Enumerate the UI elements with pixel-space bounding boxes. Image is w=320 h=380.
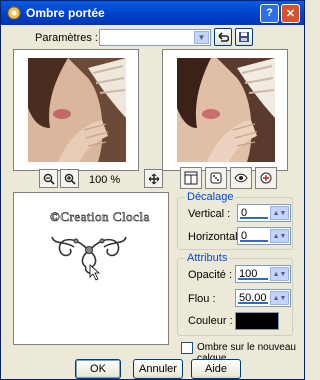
ok-button[interactable]: OK: [75, 359, 121, 379]
proof-button[interactable]: [230, 167, 252, 189]
vertical-spinner[interactable]: 0 ▲▼: [237, 204, 291, 222]
zoom-in-icon: [64, 173, 76, 185]
blur-slider-bar[interactable]: [238, 302, 268, 304]
undo-icon: [218, 32, 229, 42]
horizontal-spinner[interactable]: 0 ▲▼: [237, 227, 291, 245]
zoom-value: 100 %: [89, 174, 121, 186]
opacity-label: Opacité :: [188, 269, 233, 281]
horizontal-stepper-arrows[interactable]: ▲▼: [270, 229, 289, 243]
window-layout-icon: [184, 171, 198, 185]
shadow-color-swatch[interactable]: [235, 312, 279, 330]
dice-icon: [210, 172, 222, 184]
horizontal-slider-bar[interactable]: [240, 240, 268, 242]
zoom-in-button[interactable]: [60, 169, 79, 188]
result-photo: [177, 58, 275, 162]
source-preview: [13, 49, 139, 171]
ok-button-label: OK: [90, 363, 106, 375]
zoom-out-icon: [43, 173, 55, 185]
vertical-label: Vertical :: [188, 208, 231, 220]
reset-icon: [260, 172, 272, 184]
cancel-button-label: Annuler: [139, 363, 177, 375]
attributes-group-title: Attributs: [185, 252, 230, 264]
window-title: Ombre portée: [26, 6, 105, 20]
dialog-window: Ombre portée ? ✕ Paramètres : ▼ 100 % ©C…: [0, 0, 305, 380]
blur-spinner[interactable]: 50,00 ▲▼: [235, 289, 291, 307]
source-photo: [28, 58, 126, 162]
vertical-slider-bar[interactable]: [240, 217, 268, 219]
chevron-down-icon: ▼: [194, 31, 209, 44]
params-label: Paramètres :: [35, 32, 98, 44]
offset-group-title: Décalage: [185, 191, 236, 203]
blur-stepper-arrows[interactable]: ▲▼: [270, 291, 289, 305]
cancel-button[interactable]: Annuler: [133, 359, 183, 379]
opacity-spinner[interactable]: 100 ▲▼: [235, 265, 291, 283]
move-icon: [148, 173, 159, 184]
reset-button[interactable]: [255, 167, 277, 189]
title-bar: Ombre portée ? ✕: [1, 1, 304, 25]
preview-toggle-button[interactable]: [180, 167, 202, 189]
params-select[interactable]: ▼: [99, 29, 211, 46]
ornament-graphic: [51, 236, 127, 281]
help-button[interactable]: Aide: [191, 359, 241, 379]
help-button-label: Aide: [204, 363, 228, 375]
save-icon: [239, 32, 249, 42]
blur-label: Flou :: [188, 293, 216, 305]
save-params-button[interactable]: [235, 28, 253, 46]
eye-icon: [234, 173, 248, 183]
zoom-out-button[interactable]: [39, 169, 58, 188]
close-button[interactable]: ✕: [281, 3, 300, 23]
pan-button[interactable]: [144, 169, 163, 188]
new-layer-checkbox[interactable]: [181, 342, 193, 354]
color-label: Couleur :: [188, 315, 233, 327]
result-preview: [162, 49, 288, 171]
help-title-button[interactable]: ?: [260, 3, 279, 23]
opacity-slider-bar[interactable]: [238, 278, 268, 280]
app-icon: [7, 6, 21, 20]
randomize-button[interactable]: [205, 167, 227, 189]
opacity-stepper-arrows[interactable]: ▲▼: [270, 267, 289, 281]
vertical-stepper-arrows[interactable]: ▲▼: [270, 206, 289, 220]
horizontal-label: Horizontal :: [188, 231, 244, 243]
reset-params-button[interactable]: [214, 28, 232, 46]
navigation-canvas[interactable]: ©Creation Clocla: [13, 192, 169, 345]
